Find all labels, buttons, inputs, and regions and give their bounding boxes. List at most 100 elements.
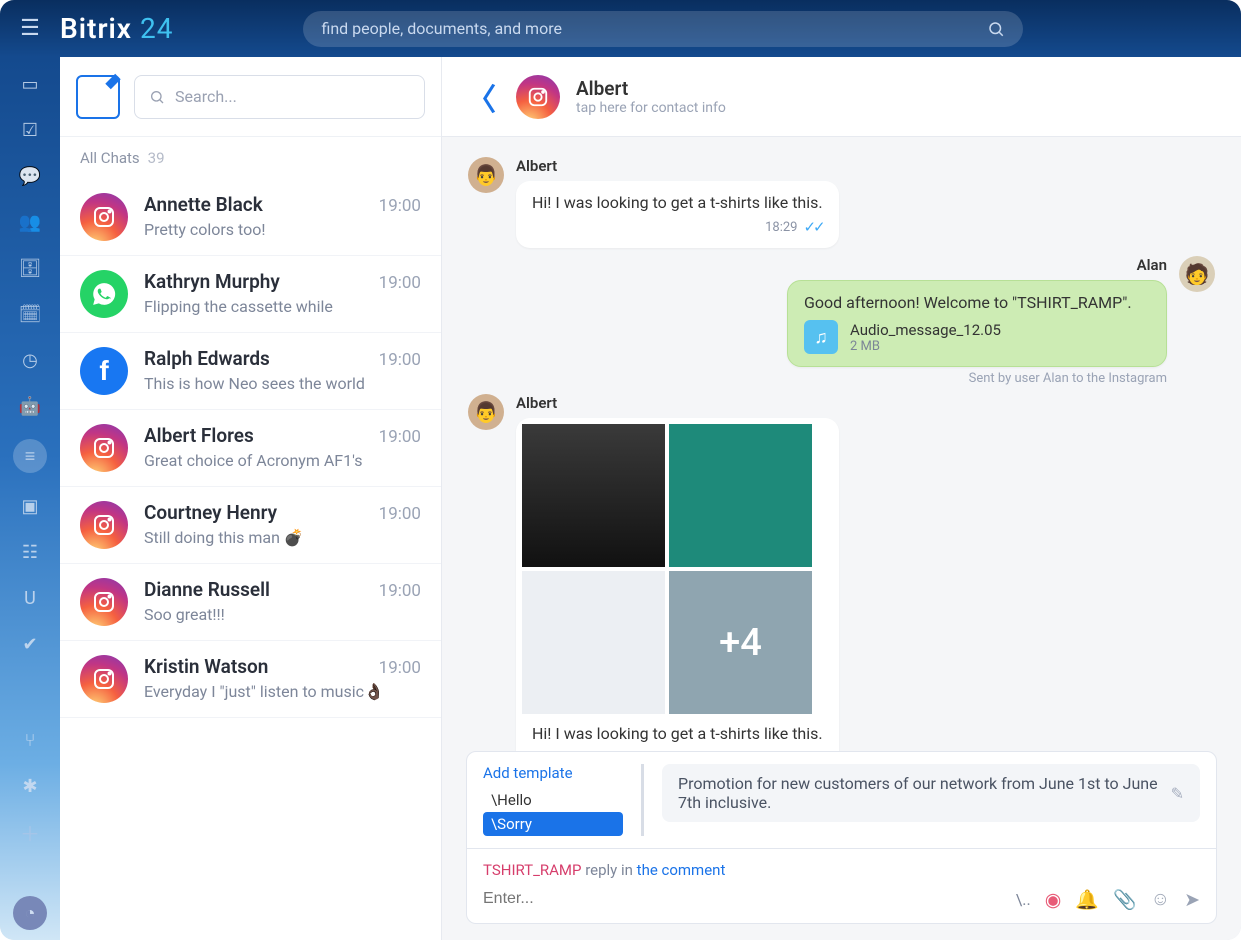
back-button[interactable]: 〈 bbox=[466, 75, 500, 119]
chat-filter-row[interactable]: All Chats 39 bbox=[60, 137, 441, 179]
template-preview[interactable]: Promotion for new customers of our netwo… bbox=[662, 764, 1200, 822]
attachment-icon[interactable]: 📎 bbox=[1113, 888, 1137, 911]
chat-item[interactable]: Kathryn Murphy19:00 Flipping the cassett… bbox=[60, 256, 441, 333]
chat-name: Courtney Henry bbox=[144, 501, 277, 524]
chat-preview: Flipping the cassette while bbox=[144, 297, 421, 316]
conversation-panel: 〈 Albert tap here for contact info 👨 Alb… bbox=[442, 57, 1241, 940]
chat-item[interactable]: Albert Flores 19:00 Great choice of Acron… bbox=[60, 410, 441, 487]
chat-name: Dianne Russell bbox=[144, 578, 270, 601]
rail-tasks-icon[interactable]: ☑ bbox=[13, 117, 47, 143]
chat-name: Kristin Watson bbox=[144, 655, 268, 678]
template-trigger-icon[interactable]: \.. bbox=[1016, 890, 1031, 909]
rail-add-icon[interactable]: ＋ bbox=[13, 819, 47, 845]
rail-filter-icon[interactable]: ≡ bbox=[13, 439, 47, 473]
audio-attachment[interactable]: ♫ Audio_message_12.05 2 MB bbox=[804, 320, 1150, 354]
chat-time: 19:00 bbox=[379, 196, 421, 216]
add-template-link[interactable]: Add template bbox=[483, 764, 623, 782]
instagram-icon bbox=[80, 424, 128, 472]
message-time: 18:29 bbox=[765, 220, 797, 235]
instagram-icon bbox=[80, 193, 128, 241]
brand-suffix: 24 bbox=[140, 12, 173, 45]
rail-check-icon[interactable]: ✔ bbox=[13, 631, 47, 657]
sender-avatar: 👨 bbox=[468, 157, 504, 193]
image-thumbnail[interactable] bbox=[522, 424, 665, 567]
chat-time: 19:00 bbox=[379, 504, 421, 524]
rail-contact-icon[interactable]: ☷ bbox=[13, 539, 47, 565]
rail-chat-icon[interactable]: 💬 bbox=[13, 163, 47, 189]
message-text: Hi! I was looking to get a t-shirts like… bbox=[532, 193, 823, 212]
compose-button[interactable] bbox=[76, 75, 120, 119]
image-thumbnail[interactable] bbox=[522, 571, 665, 714]
chat-item[interactable]: Annette Black19:00 Pretty colors too! bbox=[60, 179, 441, 256]
rail-android-icon[interactable]: 🤖 bbox=[13, 393, 47, 419]
chat-list-panel: Search... All Chats 39 Annette Black19:0… bbox=[60, 57, 442, 940]
template-item[interactable]: \Sorry bbox=[483, 812, 623, 836]
more-count: +4 bbox=[719, 621, 762, 665]
message-composer: TSHIRT_RAMP reply in the comment \.. ◉ 🔔… bbox=[466, 849, 1217, 924]
template-divider bbox=[641, 764, 644, 836]
image-more-overlay[interactable]: +4 bbox=[669, 571, 812, 714]
read-ticks-icon: ✓✓ bbox=[803, 749, 822, 751]
sender-name: Albert bbox=[516, 394, 839, 412]
reply-mid: reply in bbox=[581, 861, 636, 879]
conversation-subtitle[interactable]: tap here for contact info bbox=[576, 100, 726, 116]
message-bubble[interactable]: +4 Hi! I was looking to get a t-shirts l… bbox=[516, 418, 839, 751]
sender-avatar: 👨 bbox=[468, 394, 504, 430]
global-search[interactable]: find people, documents, and more bbox=[303, 11, 1023, 47]
search-icon[interactable] bbox=[987, 20, 1005, 38]
template-preview-text: Promotion for new customers of our netwo… bbox=[678, 774, 1161, 812]
edit-template-icon[interactable]: ✎ bbox=[1171, 784, 1184, 803]
reply-brand: TSHIRT_RAMP bbox=[483, 861, 581, 879]
chat-time: 19:00 bbox=[379, 658, 421, 678]
rail-people-icon[interactable]: 👥 bbox=[13, 209, 47, 235]
message-bubble[interactable]: Good afternoon! Welcome to "TSHIRT_RAMP"… bbox=[787, 280, 1167, 367]
rail-sitemap-icon[interactable]: ⑂ bbox=[13, 727, 47, 753]
read-ticks-icon: ✓✓ bbox=[803, 218, 822, 236]
rail-drive-icon[interactable]: 🗄 bbox=[13, 255, 47, 281]
rail-profile-avatar[interactable]: ◔ bbox=[13, 896, 47, 930]
instagram-icon bbox=[80, 578, 128, 626]
rail-time-icon[interactable]: ◷ bbox=[13, 347, 47, 373]
chat-time: 19:00 bbox=[379, 427, 421, 447]
rail-window-icon[interactable]: ▣ bbox=[13, 493, 47, 519]
rail-settings-icon[interactable]: ✱ bbox=[13, 773, 47, 799]
conversation-header: 〈 Albert tap here for contact info bbox=[442, 57, 1241, 137]
send-button[interactable]: ➤ bbox=[1184, 888, 1200, 911]
chat-search-input[interactable]: Search... bbox=[134, 75, 425, 119]
chat-item[interactable]: Dianne Russell19:00 Soo great!!! bbox=[60, 564, 441, 641]
image-thumbnail[interactable] bbox=[669, 424, 812, 567]
chat-preview: Great choice of Acronym AF1's bbox=[144, 451, 421, 470]
reply-link[interactable]: the comment bbox=[637, 861, 726, 879]
menu-hamburger-icon[interactable]: ☰ bbox=[0, 16, 60, 41]
message-thread: 👨 Albert Hi! I was looking to get a t-sh… bbox=[442, 137, 1241, 751]
image-grid[interactable]: +4 bbox=[522, 424, 812, 714]
audio-filesize: 2 MB bbox=[850, 339, 1001, 354]
contact-avatar[interactable] bbox=[516, 75, 560, 119]
message-bubble[interactable]: Hi! I was looking to get a t-shirts like… bbox=[516, 181, 839, 248]
message-outgoing: 🧑 Alan Good afternoon! Welcome to "TSHIR… bbox=[468, 256, 1215, 386]
rail-u-icon[interactable]: U bbox=[13, 585, 47, 611]
brand-logo[interactable]: Bitrix 24 bbox=[60, 12, 173, 45]
emoji-icon[interactable]: ☺ bbox=[1151, 887, 1170, 911]
template-picker: Add template \Hello\Sorry Promotion for … bbox=[466, 751, 1217, 849]
sender-name: Albert bbox=[516, 157, 839, 175]
chat-preview: Pretty colors too! bbox=[144, 220, 421, 239]
chat-name: Albert Flores bbox=[144, 424, 254, 447]
chat-item[interactable]: Kristin Watson19:00 Everyday I "just" li… bbox=[60, 641, 441, 718]
rail-feed-icon[interactable]: ▭ bbox=[13, 71, 47, 97]
visibility-icon[interactable]: ◉ bbox=[1045, 888, 1062, 911]
chat-item[interactable]: f Ralph Edwards19:00 This is how Neo see… bbox=[60, 333, 441, 410]
message-incoming: 👨 Albert +4 Hi! I was looking to get a t… bbox=[468, 394, 1215, 751]
chat-name: Ralph Edwards bbox=[144, 347, 270, 370]
composer-input[interactable] bbox=[483, 890, 1002, 908]
chat-item[interactable]: Courtney Henry 19:00 Still doing this man… bbox=[60, 487, 441, 564]
chat-preview: Still doing this man 💣 bbox=[144, 528, 421, 547]
delivery-note: Sent by user Alan to the Instagram bbox=[969, 371, 1167, 386]
template-item[interactable]: \Hello bbox=[483, 788, 623, 812]
instagram-icon bbox=[80, 655, 128, 703]
chat-preview: Soo great!!! bbox=[144, 605, 421, 624]
global-search-placeholder: find people, documents, and more bbox=[321, 19, 562, 38]
rail-calendar-icon[interactable]: 🗓 bbox=[13, 301, 47, 327]
notification-icon[interactable]: 🔔 bbox=[1075, 888, 1099, 911]
chat-preview: This is how Neo sees the world bbox=[144, 374, 421, 393]
